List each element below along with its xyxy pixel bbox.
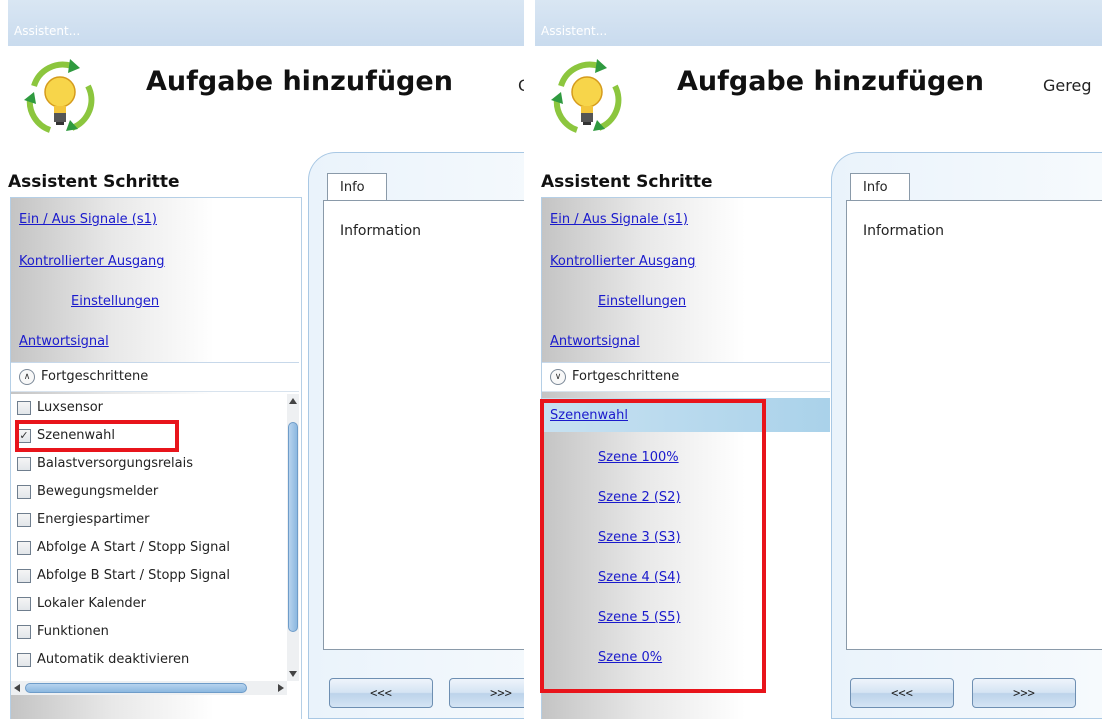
checkbox-icon[interactable] — [17, 485, 31, 499]
checkbox-label: Balastversorgungsrelais — [37, 456, 193, 471]
checkbox-icon[interactable] — [17, 401, 31, 415]
checkbox-label: Luxsensor — [37, 400, 104, 415]
scroll-right-icon[interactable] — [278, 684, 284, 692]
page-title: Aufgabe hinzufügen — [677, 66, 984, 97]
steps-panel: Ein / Aus Signale (s1) Kontrollierter Au… — [10, 197, 302, 719]
checkbox-label: Funktionen — [37, 624, 109, 639]
highlight-box — [540, 399, 766, 693]
vertical-scrollbar[interactable] — [287, 394, 299, 681]
content-frame: Info Information <<< >>> — [308, 152, 524, 719]
highlight-box — [15, 420, 179, 452]
checkbox-label: Bewegungsmelder — [37, 484, 159, 499]
step-link-output[interactable]: Kontrollierter Ausgang — [550, 254, 696, 269]
lightbulb-cycle-logo — [551, 59, 622, 133]
checkbox-icon[interactable] — [17, 541, 31, 555]
checkbox-icon[interactable] — [17, 653, 31, 667]
step-link-output[interactable]: Kontrollierter Ausgang — [19, 254, 165, 269]
wizard-panel-left: Assistent... Aufgabe hinzufügen G Assist… — [8, 0, 524, 719]
collapse-arrow-icon[interactable]: ∨ — [550, 369, 566, 385]
step-link-signals[interactable]: Ein / Aus Signale (s1) — [19, 212, 157, 227]
scroll-thumb[interactable] — [25, 683, 247, 693]
info-text: Information — [340, 223, 422, 239]
tab-info[interactable]: Info — [850, 173, 910, 201]
checkbox-icon[interactable] — [17, 625, 31, 639]
scroll-thumb[interactable] — [288, 422, 298, 632]
window-title: Assistent... — [14, 24, 81, 38]
checkbox-label: Energiespartimer — [37, 512, 150, 527]
back-button[interactable]: <<< — [329, 678, 433, 708]
steps-panel: Ein / Aus Signale (s1) Kontrollierter Au… — [540, 197, 833, 719]
horizontal-scrollbar[interactable] — [11, 681, 287, 695]
scroll-up-icon[interactable] — [289, 398, 297, 404]
expand-arrow-icon[interactable]: ∧ — [19, 369, 35, 385]
window-title: Assistent... — [541, 24, 608, 38]
header: Aufgabe hinzufügen G — [8, 46, 524, 156]
scroll-down-icon[interactable] — [289, 671, 297, 677]
checkbox-label: Automatik deaktivieren — [37, 652, 190, 667]
checkbox-label: Abfolge B Start / Stopp Signal — [37, 568, 230, 583]
step-link-response[interactable]: Antwortsignal — [19, 334, 109, 349]
lightbulb-cycle-logo — [24, 59, 95, 133]
window-titlebar: Assistent... — [535, 0, 1102, 46]
info-panel: Information — [846, 200, 1102, 650]
page-subtitle: G — [518, 76, 524, 95]
content-frame: Info Information <<< >>> — [831, 152, 1102, 719]
step-link-response[interactable]: Antwortsignal — [550, 334, 640, 349]
advanced-label: Fortgeschrittene — [572, 369, 680, 384]
steps-title: Assistent Schritte — [541, 172, 713, 192]
wizard-panel-right: Assistent... Aufgabe hinzufügen Gereg As… — [535, 0, 1102, 719]
page-title: Aufgabe hinzufügen — [146, 66, 453, 97]
back-button[interactable]: <<< — [850, 678, 954, 708]
scroll-left-icon[interactable] — [14, 684, 20, 692]
step-link-signals[interactable]: Ein / Aus Signale (s1) — [550, 212, 688, 227]
info-text: Information — [863, 223, 945, 239]
info-panel: Information — [323, 200, 524, 650]
header: Aufgabe hinzufügen Gereg — [535, 46, 1102, 156]
checkbox-icon[interactable] — [17, 569, 31, 583]
checkbox-icon[interactable] — [17, 457, 31, 471]
steps-title: Assistent Schritte — [8, 172, 180, 192]
next-button[interactable]: >>> — [972, 678, 1076, 708]
step-link-settings[interactable]: Einstellungen — [71, 294, 159, 309]
advanced-section-toggle[interactable]: ∧ Fortgeschrittene — [11, 362, 299, 392]
window-titlebar: Assistent... — [8, 0, 524, 46]
checkbox-label: Abfolge A Start / Stopp Signal — [37, 540, 230, 555]
step-link-settings[interactable]: Einstellungen — [598, 294, 686, 309]
advanced-label: Fortgeschrittene — [41, 369, 149, 384]
tab-info[interactable]: Info — [327, 173, 387, 201]
checkbox-label: Lokaler Kalender — [37, 596, 147, 611]
next-button[interactable]: >>> — [449, 678, 524, 708]
advanced-section-toggle[interactable]: ∨ Fortgeschrittene — [542, 362, 830, 392]
page-subtitle: Gereg — [1043, 76, 1092, 95]
checkbox-icon[interactable] — [17, 513, 31, 527]
checkbox-icon[interactable] — [17, 597, 31, 611]
